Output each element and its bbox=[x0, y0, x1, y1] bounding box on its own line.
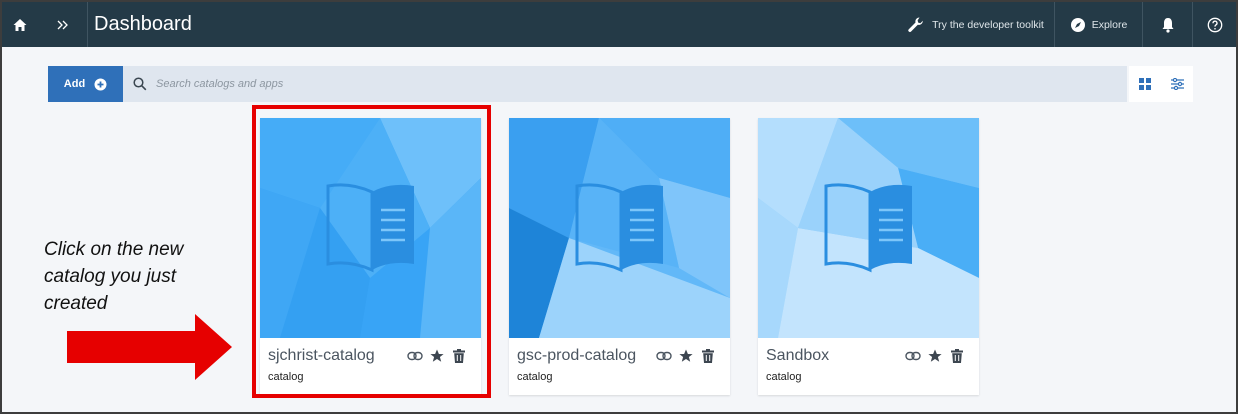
page-title: Dashboard bbox=[94, 13, 192, 35]
favorite-button[interactable] bbox=[927, 348, 943, 364]
add-button[interactable]: Add bbox=[48, 66, 123, 102]
annotation-text: Click on the new catalog you just create… bbox=[44, 239, 184, 314]
search-input[interactable] bbox=[156, 78, 756, 90]
catalog-name: Sandbox bbox=[766, 347, 830, 364]
star-icon bbox=[928, 349, 942, 362]
help-icon bbox=[1207, 17, 1222, 32]
explore-label: Explore bbox=[1091, 18, 1128, 31]
home-button[interactable] bbox=[2, 2, 38, 47]
highlight-box bbox=[252, 105, 491, 398]
expand-menu-button[interactable] bbox=[38, 2, 88, 47]
arrow-right-icon bbox=[67, 314, 232, 380]
catalog-type: catalog bbox=[766, 371, 802, 383]
filter-button[interactable] bbox=[1161, 66, 1193, 102]
trash-icon bbox=[951, 349, 963, 363]
catalog-name: gsc-prod-catalog bbox=[517, 347, 637, 364]
bell-icon bbox=[1162, 17, 1173, 33]
double-chevron-icon bbox=[57, 20, 68, 29]
filter-icon bbox=[1170, 78, 1184, 90]
catalog-thumbnail bbox=[758, 118, 979, 338]
link-icon bbox=[656, 351, 672, 361]
card-actions bbox=[656, 348, 716, 364]
catalog-type: catalog bbox=[517, 371, 553, 383]
catalog-card[interactable]: gsc-prod-catalog catalog bbox=[509, 118, 730, 395]
search-icon bbox=[133, 77, 147, 91]
link-button[interactable] bbox=[656, 348, 672, 364]
delete-button[interactable] bbox=[700, 348, 716, 364]
catalog-card[interactable]: Sandbox catalog bbox=[758, 118, 979, 395]
help-button[interactable] bbox=[1193, 2, 1236, 47]
notifications-button[interactable] bbox=[1143, 2, 1193, 47]
home-icon bbox=[13, 18, 27, 31]
grid-view-button[interactable] bbox=[1129, 66, 1161, 102]
grid-view-icon bbox=[1139, 78, 1151, 90]
link-button[interactable] bbox=[905, 348, 921, 364]
link-icon bbox=[905, 351, 921, 361]
card-actions bbox=[905, 348, 965, 364]
compass-icon bbox=[1070, 17, 1085, 32]
wrench-icon bbox=[908, 16, 923, 32]
search-bar[interactable] bbox=[123, 66, 1127, 102]
delete-button[interactable] bbox=[949, 348, 965, 364]
add-button-label: Add bbox=[63, 78, 86, 90]
catalog-thumbnail bbox=[509, 118, 730, 338]
add-circle-icon bbox=[94, 78, 107, 90]
trash-icon bbox=[702, 349, 714, 363]
app-window: Dashboard Try the developer toolkit Expl… bbox=[0, 0, 1238, 414]
top-navigation-bar: Dashboard Try the developer toolkit Expl… bbox=[2, 2, 1236, 47]
favorite-button[interactable] bbox=[678, 348, 694, 364]
star-icon bbox=[679, 349, 693, 362]
developer-toolkit-link[interactable]: Try the developer toolkit bbox=[897, 2, 1055, 47]
explore-link[interactable]: Explore bbox=[1055, 2, 1143, 47]
developer-toolkit-label: Try the developer toolkit bbox=[932, 18, 1044, 31]
